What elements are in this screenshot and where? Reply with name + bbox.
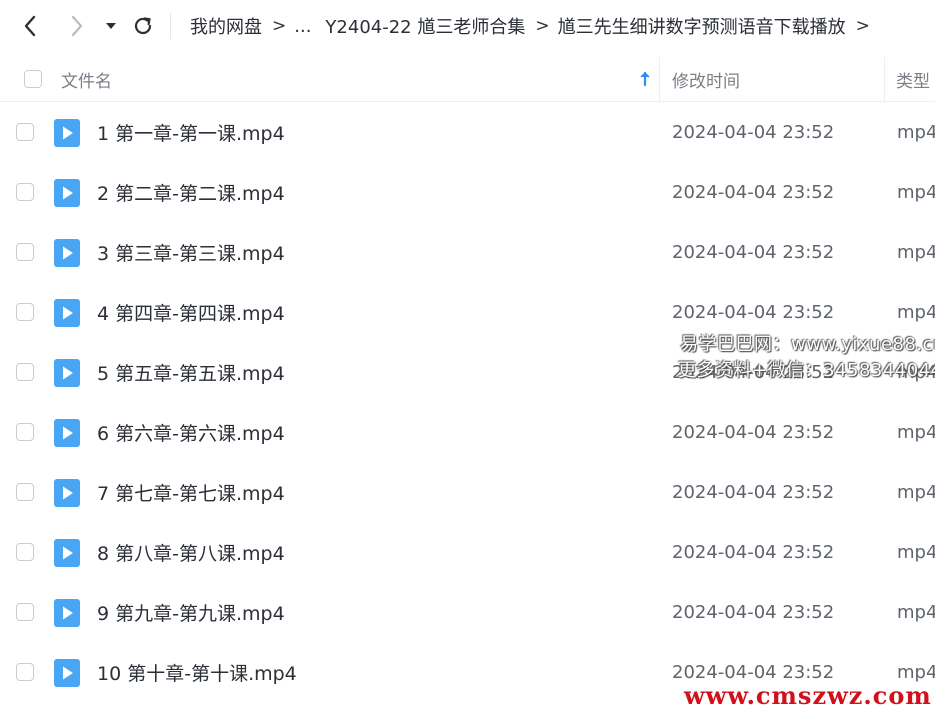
breadcrumb-item-ellipsis[interactable]: ... [294, 16, 311, 37]
row-checkbox[interactable] [16, 303, 34, 321]
row-checkbox[interactable] [16, 423, 34, 441]
chevron-left-icon [24, 15, 36, 37]
video-file-icon [54, 599, 80, 627]
video-file-icon [54, 119, 80, 147]
column-type-label: 类型 [896, 71, 930, 92]
file-type: mp4 [897, 121, 935, 143]
video-file-icon [54, 659, 80, 687]
caret-down-icon [106, 23, 116, 29]
column-name-label: 文件名 [61, 71, 112, 92]
divider [170, 13, 171, 39]
file-type: mp4 [897, 601, 935, 623]
video-file-icon [54, 479, 80, 507]
arrow-up-icon [640, 71, 650, 87]
watermark-text: 易学巴巴网：www.yixue88.cn [680, 334, 935, 355]
file-modified-time: 2024-04-04 23:52 [672, 181, 835, 203]
file-name[interactable]: 9 第九章-第九课.mp4 [97, 582, 285, 642]
file-name[interactable]: 10 第十章-第十课.mp4 [97, 642, 297, 702]
file-name[interactable]: 7 第七章-第七课.mp4 [97, 462, 285, 522]
file-list-header: 文件名 修改时间 类型 [0, 57, 935, 102]
breadcrumb-separator: > [855, 16, 870, 36]
video-file-icon [54, 239, 80, 267]
breadcrumb-item-collection[interactable]: Y2404-22 馗三老师合集 [325, 13, 525, 39]
table-row[interactable]: 9 第九章-第九课.mp4 2024-04-04 23:52 mp4 [0, 582, 935, 642]
file-name[interactable]: 5 第五章-第五课.mp4 [97, 342, 285, 402]
column-header-type[interactable]: 类型 [896, 57, 930, 101]
file-name[interactable]: 8 第八章-第八课.mp4 [97, 522, 285, 582]
row-checkbox[interactable] [16, 183, 34, 201]
column-divider[interactable] [884, 57, 885, 101]
breadcrumb-item-root[interactable]: 我的网盘 [190, 13, 262, 39]
column-header-name[interactable]: 文件名 [61, 57, 659, 101]
breadcrumb-separator: > [272, 16, 287, 36]
refresh-icon [134, 17, 152, 35]
table-row[interactable]: 6 第六章-第六课.mp4 2024-04-04 23:52 mp4 [0, 402, 935, 462]
refresh-button[interactable] [128, 10, 158, 42]
breadcrumb-item-current[interactable]: 馗三先生细讲数字预测语音下载播放 [558, 13, 846, 39]
table-row[interactable]: 8 第八章-第八课.mp4 2024-04-04 23:52 mp4 [0, 522, 935, 582]
back-button[interactable] [15, 10, 45, 42]
video-file-icon [54, 539, 80, 567]
file-name[interactable]: 3 第三章-第三课.mp4 [97, 222, 285, 282]
row-checkbox[interactable] [16, 663, 34, 681]
file-modified-time: 2024-04-04 23:52 [672, 121, 835, 143]
row-checkbox[interactable] [16, 363, 34, 381]
file-type: mp4 [897, 421, 935, 443]
table-row[interactable]: 3 第三章-第三课.mp4 2024-04-04 23:52 mp4 [0, 222, 935, 282]
video-file-icon [54, 419, 80, 447]
file-modified-time: 2024-04-04 23:52 [672, 421, 835, 443]
file-name[interactable]: 1 第一章-第一课.mp4 [97, 102, 285, 162]
file-type: mp4 [897, 241, 935, 263]
table-row[interactable]: 1 第一章-第一课.mp4 2024-04-04 23:52 mp4 [0, 102, 935, 162]
file-modified-time: 2024-04-04 23:52 [672, 601, 835, 623]
column-time-label: 修改时间 [672, 71, 740, 92]
chevron-right-icon [71, 15, 83, 37]
video-file-icon [54, 179, 80, 207]
table-row[interactable]: 7 第七章-第七课.mp4 2024-04-04 23:52 mp4 [0, 462, 935, 522]
file-type: mp4 [897, 481, 935, 503]
column-header-time[interactable]: 修改时间 [672, 57, 740, 101]
video-file-icon [54, 299, 80, 327]
history-dropdown-button[interactable] [97, 10, 125, 42]
file-type: mp4 [897, 181, 935, 203]
row-checkbox[interactable] [16, 243, 34, 261]
select-all-checkbox-cell[interactable] [24, 57, 42, 101]
watermark-text: 更多资料+微信：3458344044 [678, 360, 935, 381]
row-checkbox[interactable] [16, 603, 34, 621]
breadcrumb-separator: > [535, 16, 550, 36]
column-divider[interactable] [659, 57, 660, 101]
file-name[interactable]: 2 第二章-第二课.mp4 [97, 162, 285, 222]
site-watermark: www.cmszwz.com [684, 681, 932, 710]
breadcrumb: 我的网盘 > ... Y2404-22 馗三老师合集 > 馗三先生细讲数字预测语… [170, 13, 878, 39]
video-file-icon [54, 359, 80, 387]
file-name[interactable]: 6 第六章-第六课.mp4 [97, 402, 285, 462]
select-all-checkbox[interactable] [24, 70, 42, 88]
row-checkbox[interactable] [16, 123, 34, 141]
file-modified-time: 2024-04-04 23:52 [672, 541, 835, 563]
file-modified-time: 2024-04-04 23:52 [672, 481, 835, 503]
file-name[interactable]: 4 第四章-第四课.mp4 [97, 282, 285, 342]
table-row[interactable]: 2 第二章-第二课.mp4 2024-04-04 23:52 mp4 [0, 162, 935, 222]
row-checkbox[interactable] [16, 543, 34, 561]
file-type: mp4 [897, 541, 935, 563]
row-checkbox[interactable] [16, 483, 34, 501]
top-navigation-bar: 我的网盘 > ... Y2404-22 馗三老师合集 > 馗三先生细讲数字预测语… [0, 0, 935, 52]
forward-button[interactable] [62, 10, 92, 42]
file-modified-time: 2024-04-04 23:52 [672, 241, 835, 263]
